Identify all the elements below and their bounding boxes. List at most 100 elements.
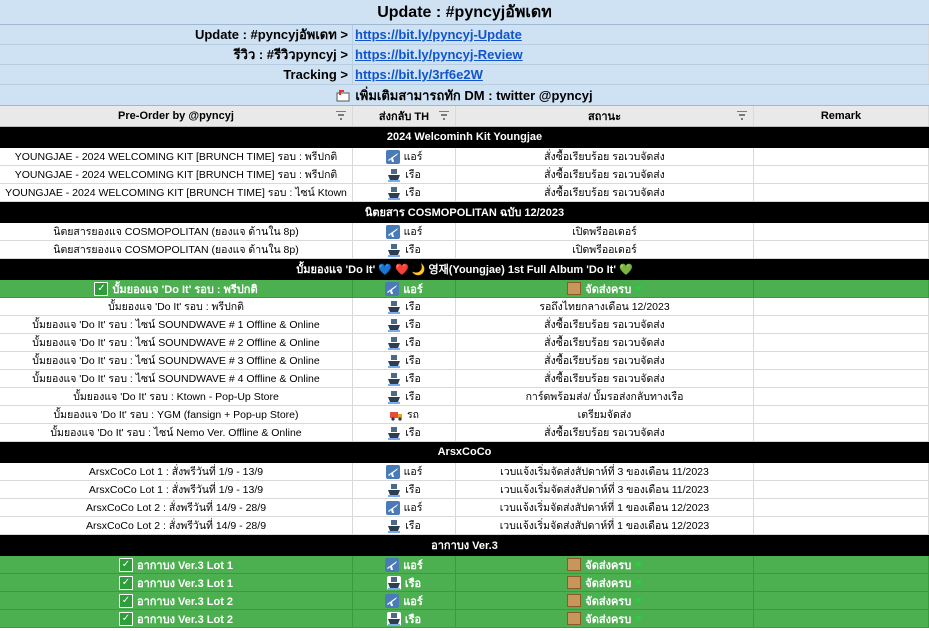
table-row[interactable]: ✓ อากาบง Ver.3 Lot 2 แอร์ จัดส่งครบ ♥ bbox=[0, 592, 929, 610]
table-row[interactable]: ✓ อากาบง Ver.3 Lot 1 แอร์ จัดส่งครบ ♥ bbox=[0, 556, 929, 574]
status-cell[interactable]: สั่งซื้อเรียบร้อย รอเวบจัดส่ง bbox=[456, 352, 754, 369]
update-link[interactable]: https://bit.ly/pyncyj-Update bbox=[355, 27, 522, 42]
ship-cell[interactable]: เรือ bbox=[353, 424, 456, 441]
table-row[interactable]: บั้มยองแจ 'Do It' รอบ : ไซน์ SOUNDWAVE #… bbox=[0, 352, 929, 370]
table-row[interactable]: ArsxCoCo Lot 1 : สั่งพรีวันที่ 1/9 - 13/… bbox=[0, 463, 929, 481]
remark-cell[interactable] bbox=[754, 370, 929, 387]
table-row[interactable]: ✓ บั้มยองแจ 'Do It' รอบ : พรีปกติ แอร์ จัดส… bbox=[0, 280, 929, 298]
status-cell[interactable]: จัดส่งครบ ♥ bbox=[456, 592, 754, 609]
item-cell[interactable]: YOUNGJAE - 2024 WELCOMING KIT [BRUNCH TI… bbox=[0, 184, 353, 201]
ship-cell[interactable]: เรือ bbox=[353, 370, 456, 387]
table-row[interactable]: ArsxCoCo Lot 2 : สั่งพรีวันที่ 14/9 - 28… bbox=[0, 517, 929, 535]
item-cell[interactable]: ✓ บั้มยองแจ 'Do It' รอบ : พรีปกติ bbox=[0, 280, 353, 297]
status-cell[interactable]: สั่งซื้อเรียบร้อย รอเวบจัดส่ง bbox=[456, 334, 754, 351]
item-cell[interactable]: บั้มยองแจ 'Do It' รอบ : ไซน์ Nemo Ver. O… bbox=[0, 424, 353, 441]
item-cell[interactable]: YOUNGJAE - 2024 WELCOMING KIT [BRUNCH TI… bbox=[0, 148, 353, 165]
status-cell[interactable]: จัดส่งครบ ♥ bbox=[456, 574, 754, 591]
ship-cell[interactable]: เรือ bbox=[353, 388, 456, 405]
item-cell[interactable]: นิตยสารยองแจ COSMOPOLITAN (ยองแจ ด้านใน … bbox=[0, 223, 353, 240]
remark-cell[interactable] bbox=[754, 610, 929, 627]
table-row[interactable]: บั้มยองแจ 'Do It' รอบ : พรีปกติ เรือ รอถึง… bbox=[0, 298, 929, 316]
remark-cell[interactable] bbox=[754, 388, 929, 405]
ship-cell[interactable]: รถ bbox=[353, 406, 456, 423]
remark-cell[interactable] bbox=[754, 334, 929, 351]
table-row[interactable]: ArsxCoCo Lot 1 : สั่งพรีวันที่ 1/9 - 13/… bbox=[0, 481, 929, 499]
ship-cell[interactable]: แอร์ bbox=[353, 556, 456, 573]
status-cell[interactable]: เวบแจ้งเริ่มจัดส่งสัปดาห์ที่ 1 ของเดือน … bbox=[456, 517, 754, 534]
table-row[interactable]: ✓ อากาบง Ver.3 Lot 2 เรือ จัดส่งครบ ♥ bbox=[0, 610, 929, 628]
ship-cell[interactable]: เรือ bbox=[353, 610, 456, 627]
ship-cell[interactable]: แอร์ bbox=[353, 223, 456, 240]
status-cell[interactable]: จัดส่งครบ ♥ bbox=[456, 556, 754, 573]
item-cell[interactable]: บั้มยองแจ 'Do It' รอบ : ไซน์ SOUNDWAVE #… bbox=[0, 352, 353, 369]
item-cell[interactable]: ✓ อากาบง Ver.3 Lot 1 bbox=[0, 556, 353, 573]
item-cell[interactable]: ArsxCoCo Lot 2 : สั่งพรีวันที่ 14/9 - 28… bbox=[0, 499, 353, 516]
remark-cell[interactable] bbox=[754, 166, 929, 183]
status-cell[interactable]: เปิดพรีออเดอร์ bbox=[456, 241, 754, 258]
header-remark[interactable]: Remark bbox=[754, 106, 929, 126]
item-cell[interactable]: บั้มยองแจ 'Do It' รอบ : YGM (fansign + P… bbox=[0, 406, 353, 423]
header-ship[interactable]: ส่งกลับ TH bbox=[353, 106, 456, 126]
status-cell[interactable]: สั่งซื้อเรียบร้อย รอเวบจัดส่ง bbox=[456, 166, 754, 183]
remark-cell[interactable] bbox=[754, 517, 929, 534]
table-row[interactable]: ✓ อากาบง Ver.3 Lot 1 เรือ จัดส่งครบ ♥ bbox=[0, 574, 929, 592]
header-preorder[interactable]: Pre-Order by @pyncyj bbox=[0, 106, 353, 126]
item-cell[interactable]: ✓ อากาบง Ver.3 Lot 2 bbox=[0, 610, 353, 627]
item-cell[interactable]: ✓ อากาบง Ver.3 Lot 1 bbox=[0, 574, 353, 591]
table-row[interactable]: ArsxCoCo Lot 2 : สั่งพรีวันที่ 14/9 - 28… bbox=[0, 499, 929, 517]
ship-cell[interactable]: เรือ bbox=[353, 241, 456, 258]
table-row[interactable]: นิตยสารยองแจ COSMOPOLITAN (ยองแจ ด้านใน … bbox=[0, 241, 929, 259]
ship-cell[interactable]: เรือ bbox=[353, 352, 456, 369]
status-cell[interactable]: เวบแจ้งเริ่มจัดส่งสัปดาห์ที่ 3 ของเดือน … bbox=[456, 463, 754, 480]
remark-cell[interactable] bbox=[754, 148, 929, 165]
status-cell[interactable]: สั่งซื้อเรียบร้อย รอเวบจัดส่ง bbox=[456, 424, 754, 441]
ship-cell[interactable]: เรือ bbox=[353, 334, 456, 351]
status-cell[interactable]: สั่งซื้อเรียบร้อย รอเวบจัดส่ง bbox=[456, 148, 754, 165]
remark-cell[interactable] bbox=[754, 223, 929, 240]
status-cell[interactable]: สั่งซื้อเรียบร้อย รอเวบจัดส่ง bbox=[456, 316, 754, 333]
remark-cell[interactable] bbox=[754, 352, 929, 369]
status-cell[interactable]: สั่งซื้อเรียบร้อย รอเวบจัดส่ง bbox=[456, 370, 754, 387]
table-row[interactable]: บั้มยองแจ 'Do It' รอบ : YGM (fansign + P… bbox=[0, 406, 929, 424]
item-cell[interactable]: นิตยสารยองแจ COSMOPOLITAN (ยองแจ ด้านใน … bbox=[0, 241, 353, 258]
remark-cell[interactable] bbox=[754, 463, 929, 480]
remark-cell[interactable] bbox=[754, 298, 929, 315]
table-row[interactable]: YOUNGJAE - 2024 WELCOMING KIT [BRUNCH TI… bbox=[0, 148, 929, 166]
ship-cell[interactable]: เรือ bbox=[353, 166, 456, 183]
remark-cell[interactable] bbox=[754, 592, 929, 609]
remark-cell[interactable] bbox=[754, 280, 929, 297]
item-cell[interactable]: บั้มยองแจ 'Do It' รอบ : ไซน์ SOUNDWAVE #… bbox=[0, 334, 353, 351]
header-status[interactable]: สถานะ bbox=[456, 106, 754, 126]
remark-cell[interactable] bbox=[754, 481, 929, 498]
status-cell[interactable]: เวบแจ้งเริ่มจัดส่งสัปดาห์ที่ 3 ของเดือน … bbox=[456, 481, 754, 498]
remark-cell[interactable] bbox=[754, 184, 929, 201]
remark-cell[interactable] bbox=[754, 316, 929, 333]
item-cell[interactable]: ArsxCoCo Lot 2 : สั่งพรีวันที่ 14/9 - 28… bbox=[0, 517, 353, 534]
status-cell[interactable]: รอถึงไทยกลางเดือน 12/2023 bbox=[456, 298, 754, 315]
remark-cell[interactable] bbox=[754, 574, 929, 591]
ship-cell[interactable]: เรือ bbox=[353, 517, 456, 534]
ship-cell[interactable]: แอร์ bbox=[353, 280, 456, 297]
item-cell[interactable]: ✓ อากาบง Ver.3 Lot 2 bbox=[0, 592, 353, 609]
table-row[interactable]: บั้มยองแจ 'Do It' รอบ : ไซน์ SOUNDWAVE #… bbox=[0, 370, 929, 388]
remark-cell[interactable] bbox=[754, 556, 929, 573]
ship-cell[interactable]: เรือ bbox=[353, 184, 456, 201]
remark-cell[interactable] bbox=[754, 424, 929, 441]
item-cell[interactable]: บั้มยองแจ 'Do It' รอบ : Ktown - Pop-Up S… bbox=[0, 388, 353, 405]
remark-cell[interactable] bbox=[754, 499, 929, 516]
status-cell[interactable]: การ์ดพร้อมส่ง/ บั้มรอส่งกลับทางเรือ bbox=[456, 388, 754, 405]
table-row[interactable]: YOUNGJAE - 2024 WELCOMING KIT [BRUNCH TI… bbox=[0, 184, 929, 202]
table-row[interactable]: บั้มยองแจ 'Do It' รอบ : ไซน์ SOUNDWAVE #… bbox=[0, 334, 929, 352]
status-cell[interactable]: สั่งซื้อเรียบร้อย รอเวบจัดส่ง bbox=[456, 184, 754, 201]
item-cell[interactable]: ArsxCoCo Lot 1 : สั่งพรีวันที่ 1/9 - 13/… bbox=[0, 481, 353, 498]
remark-cell[interactable] bbox=[754, 406, 929, 423]
ship-cell[interactable]: เรือ bbox=[353, 481, 456, 498]
table-row[interactable]: นิตยสารยองแจ COSMOPOLITAN (ยองแจ ด้านใน … bbox=[0, 223, 929, 241]
status-cell[interactable]: จัดส่งครบ ♥ bbox=[456, 280, 754, 297]
status-cell[interactable]: จัดส่งครบ ♥ bbox=[456, 610, 754, 627]
ship-cell[interactable]: แอร์ bbox=[353, 463, 456, 480]
review-link[interactable]: https://bit.ly/pyncyj-Review bbox=[355, 47, 523, 62]
item-cell[interactable]: YOUNGJAE - 2024 WELCOMING KIT [BRUNCH TI… bbox=[0, 166, 353, 183]
ship-cell[interactable]: แอร์ bbox=[353, 148, 456, 165]
item-cell[interactable]: บั้มยองแจ 'Do It' รอบ : ไซน์ SOUNDWAVE #… bbox=[0, 370, 353, 387]
